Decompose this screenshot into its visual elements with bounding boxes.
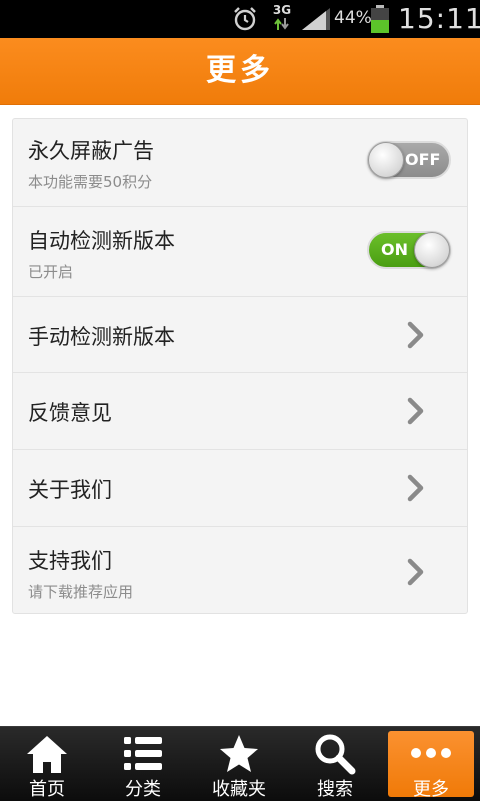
- search-icon: [315, 734, 356, 775]
- nav-more[interactable]: 更多: [388, 731, 474, 800]
- home-icon: [27, 736, 67, 773]
- settings-list: 永久屏蔽广告 本功能需要50积分 OFF 自动检测新版本 已开启 ON 手动检测…: [12, 118, 468, 614]
- row-manual-update[interactable]: 手动检测新版本: [13, 297, 467, 373]
- row-subtitle: 已开启: [28, 263, 74, 281]
- data-arrows-icon: [274, 18, 289, 30]
- row-title: 关于我们: [28, 478, 112, 502]
- chevron-right-icon: [407, 321, 424, 349]
- nav-label: 分类: [125, 779, 161, 800]
- row-feedback[interactable]: 反馈意见: [13, 373, 467, 450]
- list-icon: [124, 737, 162, 770]
- nav-label: 搜索: [317, 779, 353, 800]
- row-title: 反馈意见: [28, 401, 112, 425]
- battery-icon: [371, 5, 389, 33]
- signal-icon: [302, 8, 330, 30]
- more-icon: [411, 748, 451, 758]
- row-title: 自动检测新版本: [28, 229, 175, 253]
- toggle-state: OFF: [405, 150, 441, 169]
- nav-label: 首页: [29, 779, 65, 800]
- bottom-nav: 首页 分类 收藏夹 搜索 更多: [0, 726, 480, 801]
- row-block-ads[interactable]: 永久屏蔽广告 本功能需要50积分 OFF: [13, 119, 467, 207]
- auto-update-toggle[interactable]: ON: [367, 231, 451, 269]
- row-title: 手动检测新版本: [28, 325, 175, 349]
- nav-label: 更多: [413, 779, 449, 800]
- row-title: 永久屏蔽广告: [28, 139, 154, 163]
- network-3g-icon: 3G: [270, 3, 294, 33]
- toggle-knob: [414, 232, 450, 268]
- nav-home[interactable]: 首页: [4, 731, 90, 800]
- clock: 15:11: [398, 2, 480, 35]
- title-bar: 更多: [0, 38, 480, 105]
- row-support-us[interactable]: 支持我们 请下载推荐应用: [13, 527, 467, 613]
- row-about-us[interactable]: 关于我们: [13, 450, 467, 527]
- row-title: 支持我们: [28, 549, 112, 573]
- page-title: 更多: [206, 53, 274, 88]
- nav-categories[interactable]: 分类: [100, 731, 186, 800]
- network-label: 3G: [272, 3, 292, 17]
- chevron-right-icon: [407, 397, 424, 425]
- nav-search[interactable]: 搜索: [292, 731, 378, 800]
- battery-percent: 44%: [334, 8, 372, 28]
- row-auto-update[interactable]: 自动检测新版本 已开启 ON: [13, 207, 467, 297]
- chevron-right-icon: [407, 558, 424, 586]
- status-bar: 3G 44% 15:11: [0, 0, 480, 38]
- row-subtitle: 请下载推荐应用: [28, 583, 134, 601]
- toggle-state: ON: [381, 240, 408, 259]
- toggle-knob: [368, 142, 404, 178]
- nav-favorites[interactable]: 收藏夹: [196, 731, 282, 800]
- block-ads-toggle[interactable]: OFF: [367, 141, 451, 179]
- star-icon: [220, 735, 258, 772]
- nav-label: 收藏夹: [212, 779, 266, 800]
- alarm-icon: [234, 7, 256, 31]
- row-subtitle: 本功能需要50积分: [28, 173, 153, 191]
- chevron-right-icon: [407, 474, 424, 502]
